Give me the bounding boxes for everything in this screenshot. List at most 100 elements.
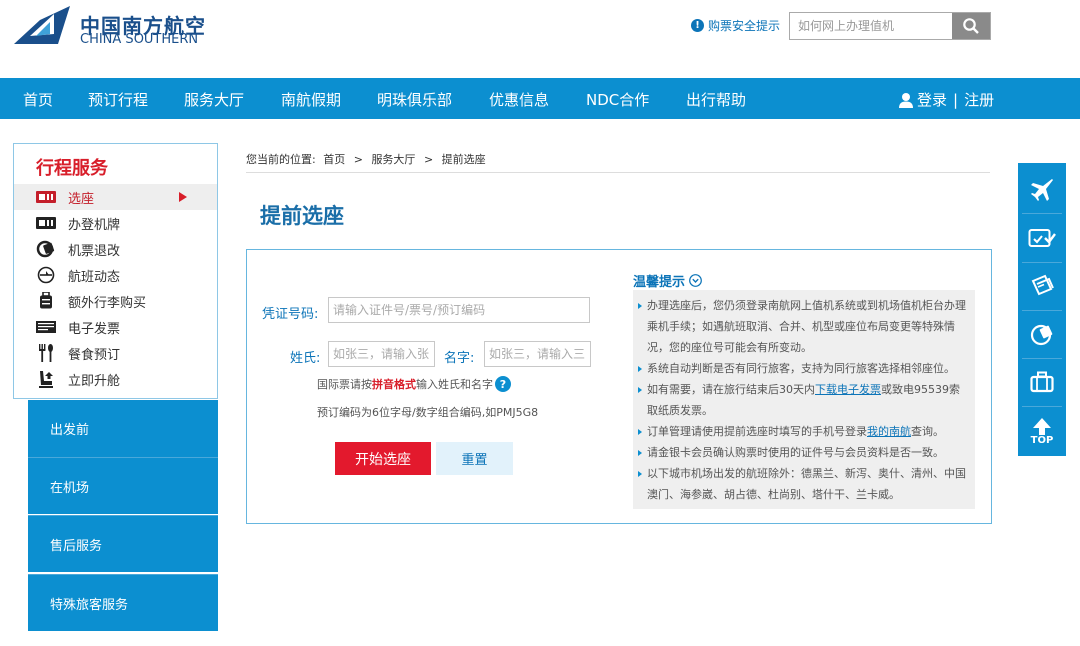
- sidebar-item-extra-baggage[interactable]: 额外行李购买: [14, 288, 217, 314]
- surname-label: 姓氏:: [290, 351, 321, 366]
- back-to-top-button[interactable]: TOP: [1018, 407, 1066, 455]
- ticket-change-icon: [36, 240, 56, 258]
- rail-refund-button[interactable]: [1018, 310, 1066, 358]
- china-southern-logo[interactable]: 中国南方航空 CHINA SOUTHERN: [14, 6, 205, 47]
- nav-item-booking[interactable]: 预订行程: [88, 89, 148, 110]
- sidebar-group-after-sales[interactable]: 售后服务: [28, 515, 218, 572]
- sidebar-item-upgrade[interactable]: 立即升舱: [14, 366, 217, 392]
- sidebar-item-meal-booking[interactable]: 餐食预订: [14, 340, 217, 366]
- hint-text-before: 国际票请按: [317, 378, 372, 391]
- tips-title: 温馨提示: [633, 275, 686, 290]
- sidebar-item-label: 办登机牌: [68, 217, 121, 233]
- checkin-icon: [1028, 229, 1056, 247]
- kapok-logo-icon: [14, 6, 70, 44]
- breadcrumb-current: 提前选座: [441, 153, 486, 166]
- sidebar-item-label: 电子发票: [68, 321, 121, 337]
- search-button[interactable]: [952, 13, 990, 39]
- sidebar-item-label: 航班动态: [68, 269, 121, 285]
- nav-item-offers[interactable]: 优惠信息: [489, 89, 549, 110]
- rail-baggage-button[interactable]: [1018, 358, 1066, 406]
- id-number-input[interactable]: [328, 297, 590, 323]
- seat-selection-form: 凭证号码: 姓氏: 名字: 国际票请按 拼音格式 输入姓氏和名字 ? 预订编码为…: [246, 249, 992, 524]
- nav-item-holidays[interactable]: 南航假期: [281, 89, 341, 110]
- nav-item-service-hall[interactable]: 服务大厅: [184, 89, 244, 110]
- nav-item-help[interactable]: 出行帮助: [686, 89, 746, 110]
- tip-text: 查询。: [911, 425, 944, 438]
- sidebar-item-label: 餐食预订: [68, 347, 121, 363]
- reset-button[interactable]: 重置: [436, 442, 513, 475]
- tips-header[interactable]: 温馨提示: [633, 271, 702, 290]
- nav-item-home[interactable]: 首页: [23, 89, 53, 110]
- pinyin-format-hint: 国际票请按 拼音格式 输入姓氏和名字 ?: [317, 376, 511, 392]
- bag-icon: [1030, 371, 1054, 393]
- rail-checkin-button[interactable]: [1018, 214, 1066, 262]
- site-search: [789, 12, 991, 40]
- tip-text: 订单管理请使用提前选座时填写的手机号登录: [647, 425, 867, 438]
- sidebar-item-label: 额外行李购买: [68, 295, 147, 311]
- sidebar-item-label: 立即升舱: [68, 373, 121, 389]
- login-register: 登录 | 注册: [898, 89, 994, 110]
- ticket-icon: [1031, 274, 1054, 296]
- sidebar-title: 行程服务: [36, 158, 108, 179]
- sidebar-item-boarding-pass[interactable]: 办登机牌: [14, 210, 217, 236]
- plane-icon: [1031, 179, 1053, 201]
- info-icon: !: [691, 19, 704, 32]
- nav-item-ndc[interactable]: NDC合作: [586, 89, 649, 110]
- site-header: 中国南方航空 CHINA SOUTHERN ! 购票安全提示: [0, 0, 1080, 78]
- search-input[interactable]: [790, 13, 953, 39]
- tip-item: 如有需要，请在旅行结束后30天内下载电子发票或致电95539索取纸质发票。: [637, 379, 969, 421]
- given-name-label: 名字:: [444, 351, 475, 366]
- register-link[interactable]: 注册: [964, 89, 994, 110]
- breadcrumb-separator: >: [423, 153, 434, 166]
- meal-icon: [36, 344, 56, 362]
- breadcrumb-service-hall[interactable]: 服务大厅: [371, 153, 415, 166]
- user-icon: [899, 92, 913, 108]
- breadcrumb-separator: >: [353, 153, 363, 166]
- sidebar-item-label: 机票退改: [68, 243, 121, 259]
- breadcrumb-prefix: 您当前的位置:: [246, 153, 316, 166]
- sidebar-item-label: 选座: [68, 191, 95, 207]
- coin-icon: [1030, 324, 1053, 346]
- start-seat-selection-button[interactable]: 开始选座: [335, 442, 431, 475]
- sidebar-group-at-airport[interactable]: 在机场: [28, 457, 218, 514]
- hint-text-after: 输入姓氏和名字: [416, 378, 493, 391]
- sidebar-group-special-passengers[interactable]: 特殊旅客服务: [28, 574, 218, 631]
- page-title: 提前选座: [260, 204, 344, 228]
- breadcrumb-home[interactable]: 首页: [323, 153, 345, 166]
- tip-item: 系统自动判断是否有同行旅客，支持为同行旅客选择相邻座位。: [637, 358, 969, 379]
- nav-item-pearl-club[interactable]: 明珠俱乐部: [377, 89, 452, 110]
- login-divider: |: [953, 90, 959, 109]
- boarding-pass-icon: [36, 214, 56, 232]
- chevron-down-icon: [689, 274, 702, 287]
- main-nav: 首页 预订行程 服务大厅 南航假期 明珠俱乐部 优惠信息 NDC合作 出行帮助 …: [0, 78, 1080, 119]
- sidebar-item-e-invoice[interactable]: 电子发票: [14, 314, 217, 340]
- rail-ticket-button[interactable]: [1018, 262, 1066, 310]
- tip-item: 订单管理请使用提前选座时填写的手机号登录我的南航查询。: [637, 421, 969, 442]
- active-arrow-icon: [179, 192, 187, 202]
- my-csair-link[interactable]: 我的南航: [867, 425, 911, 438]
- tip-item: 办理选座后，您仍须登录南航网上值机系统或到机场值机柜台办理乘机手续；如遇航班取消…: [637, 295, 969, 358]
- sidebar-item-flight-status[interactable]: 航班动态: [14, 262, 217, 288]
- given-name-input[interactable]: [484, 341, 591, 367]
- upgrade-seat-icon: [36, 370, 56, 388]
- tip-item: 请金银卡会员确认购票时使用的证件号与会员资料是否一致。: [637, 442, 969, 463]
- tips-panel: 办理选座后，您仍须登录南航网上值机系统或到机场值机柜台办理乘机手续；如遇航班取消…: [633, 290, 975, 509]
- sidebar-item-seat-selection[interactable]: 选座: [14, 184, 217, 210]
- search-icon: [963, 18, 979, 34]
- luggage-icon: [36, 292, 56, 310]
- sidebar-item-ticket-change[interactable]: 机票退改: [14, 236, 217, 262]
- help-icon[interactable]: ?: [495, 376, 511, 392]
- download-invoice-link[interactable]: 下载电子发票: [815, 383, 881, 396]
- login-link[interactable]: 登录: [917, 89, 947, 110]
- sidebar-group-before-departure[interactable]: 出发前: [28, 400, 218, 457]
- flight-status-icon: [36, 266, 56, 284]
- surname-input[interactable]: [328, 341, 435, 367]
- pnr-hint: 预订编码为6位字母/数字组合编码,如PMJ5G8: [317, 406, 539, 419]
- tip-text: 如有需要，请在旅行结束后30天内: [647, 383, 815, 396]
- breadcrumb-divider: [246, 172, 990, 173]
- back-to-top-icon: [1033, 417, 1051, 435]
- breadcrumb: 您当前的位置: 首页 > 服务大厅 > 提前选座: [246, 151, 486, 167]
- safety-tip-link[interactable]: ! 购票安全提示: [691, 17, 780, 34]
- rail-booking-button[interactable]: [1018, 165, 1066, 213]
- back-to-top-label: TOP: [1030, 434, 1054, 446]
